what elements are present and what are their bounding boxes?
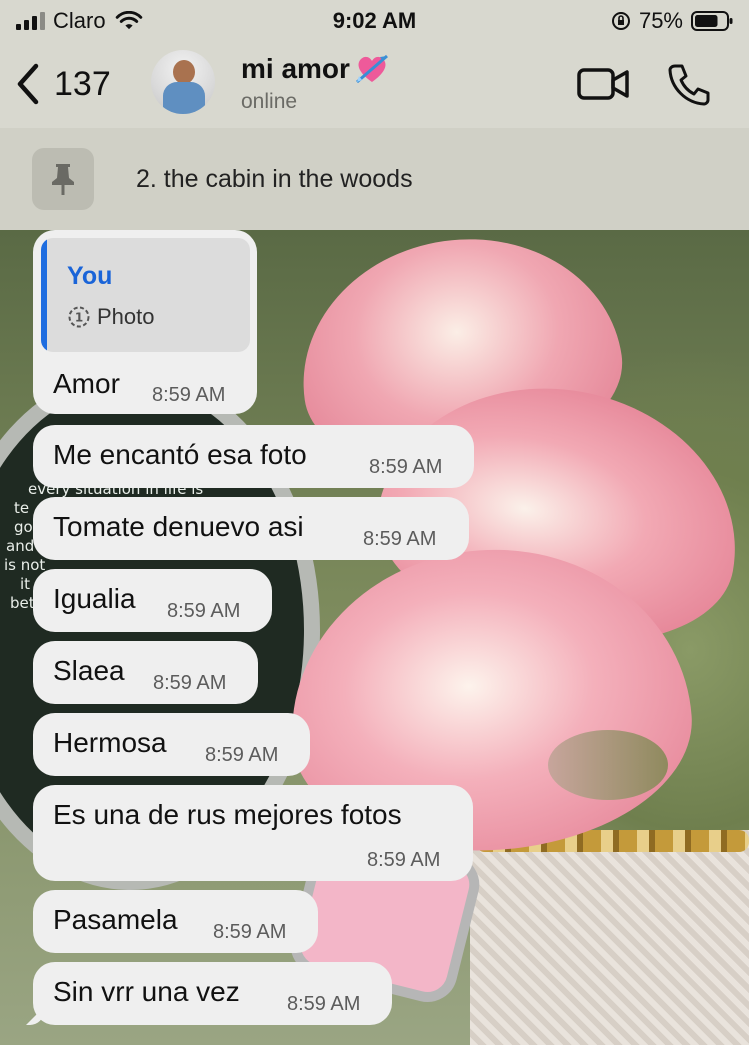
svg-text:1: 1: [75, 311, 83, 325]
message-bubble[interactable]: Hermosa 8:59 AM: [33, 713, 310, 776]
avatar[interactable]: [151, 50, 215, 114]
pin-button[interactable]: [32, 148, 94, 210]
message-text: Sin vrr una vez: [53, 976, 240, 1007]
heart-arrow-emoji-icon: [355, 54, 388, 84]
message-text: Amor: [53, 368, 120, 399]
message-bubble[interactable]: Slaea 8:59 AM: [33, 641, 258, 704]
reply-quote[interactable]: You 1 Photo: [41, 238, 250, 352]
contact-name[interactable]: mi amor: [241, 53, 350, 85]
message-time: 8:59 AM: [152, 384, 226, 406]
message-bubble[interactable]: Sin vrr una vez 8:59 AM: [26, 962, 392, 1025]
message-time: 8:59 AM: [363, 528, 437, 550]
phone-icon[interactable]: [666, 62, 712, 106]
battery-icon: [691, 11, 733, 31]
message-time: 8:59 AM: [369, 456, 443, 478]
unread-count[interactable]: 137: [54, 65, 111, 104]
message-text: Igualia: [53, 583, 136, 614]
message-time: 8:59 AM: [167, 600, 241, 622]
message-text: Hermosa: [53, 727, 167, 758]
message-text: Slaea: [53, 655, 125, 686]
pinned-message-text[interactable]: 2. the cabin in the woods: [136, 165, 413, 194]
video-call-icon[interactable]: [576, 66, 630, 102]
wallpaper-lace-curtain: [470, 830, 749, 1045]
message-bubble[interactable]: Me encantó esa foto 8:59 AM: [33, 425, 474, 488]
message-bubble[interactable]: Pasamela 8:59 AM: [33, 890, 318, 953]
reply-accent-bar: [41, 238, 47, 352]
reply-author: You: [67, 262, 113, 290]
pinned-message-bar[interactable]: 2. the cabin in the woods: [0, 128, 749, 230]
contact-name-row[interactable]: mi amor: [241, 52, 390, 86]
message-time: 8:59 AM: [367, 849, 441, 871]
message-bubble[interactable]: You 1 Photo Amor 8:59 AM: [33, 230, 257, 414]
battery-percent: 75%: [638, 8, 683, 33]
back-button[interactable]: 137: [14, 60, 111, 108]
reply-media: 1 Photo: [67, 304, 155, 330]
message-text: Tomate denuevo asi: [53, 511, 304, 542]
message-text: Me encantó esa foto: [53, 439, 307, 470]
reply-media-label: Photo: [97, 304, 155, 329]
pin-icon: [52, 164, 74, 195]
wallpaper-lily-bud: [548, 730, 668, 800]
message-time: 8:59 AM: [213, 921, 287, 943]
message-text: Pasamela: [53, 904, 178, 935]
message-text: Es una de rus mejores fotos: [53, 799, 402, 830]
message-time: 8:59 AM: [205, 744, 279, 766]
message-time: 8:59 AM: [287, 993, 361, 1015]
chat-header: 137 mi amor online: [0, 40, 749, 128]
message-bubble[interactable]: Igualia 8:59 AM: [33, 569, 272, 632]
status-bar: Claro 9:02 AM 75%: [0, 0, 749, 40]
message-time: 8:59 AM: [153, 672, 227, 694]
contact-status: online: [241, 90, 298, 113]
message-bubble[interactable]: Tomate denuevo asi 8:59 AM: [33, 497, 469, 560]
back-chevron-icon[interactable]: [14, 62, 42, 106]
message-bubble[interactable]: Es una de rus mejores fotos 8:59 AM: [33, 785, 473, 881]
rotation-lock-icon: [611, 12, 630, 30]
view-once-icon: 1: [68, 306, 90, 328]
status-bar-right: 75%: [611, 8, 733, 34]
